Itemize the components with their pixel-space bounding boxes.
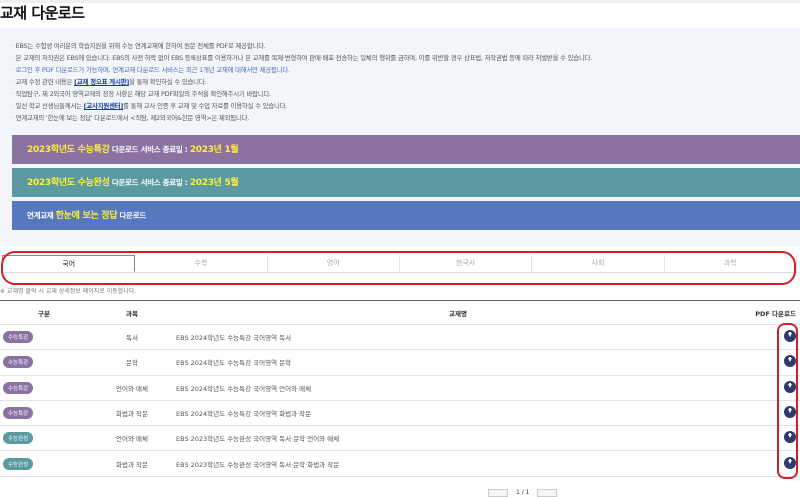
table-row: 수능특강 화법과 작문 EBS 2024학년도 수능특강 국어영역 화법과 작문 [0,401,800,427]
category-badge: 수능완성 [3,432,34,445]
banner-date: 2023년 1월 [189,145,239,155]
category-badge: 수능완성 [3,457,34,470]
notice-item: 본 교재의 저작권은 EBS에 있습니다. EBS의 사전 허락 없이 EBS … [12,52,593,64]
category-cell: 수능완성 [0,457,88,470]
notice-text: 을 통해 확인하실 수 있습니다. [129,78,207,86]
page-title: 교재 다운로드 [0,4,85,22]
category-cell: 수능특강 [0,381,88,394]
subject-cell: 화법과 작문 [116,410,148,419]
notice-item: EBS는 수험생 여러분의 학습지원을 위해 수능 연계교재에 한하여 원문 전… [12,40,592,52]
pdf-cell [740,456,800,471]
subject-tabs: 국어 수학 영어 한국사 사회 과학 [2,255,797,273]
errata-board-link[interactable]: [교재 정오표 게시판] [74,78,129,86]
notice-item: 교재 수정 관련 내용은 [교재 정오표 게시판]을 통해 확인하실 수 있습니… [12,76,592,88]
notice-box: EBS는 수험생 여러분의 학습지원을 위해 수능 연계교재에 한하여 원문 전… [0,28,800,246]
textbook-table: 구분 과목 교재명 PDF 다운로드 수능특강 독서 EBS 2024학년도 수… [0,300,800,477]
download-icon[interactable] [784,330,796,343]
subject-cell: 문학 [126,359,138,368]
tab-english[interactable]: 영어 [268,255,400,272]
category-cell: 수능특강 [0,407,88,420]
col-title: 교재명 [449,309,467,318]
notice-text: 를 통해 교사 인증 후 교재 및 수업 자료를 이용하실 수 있습니다. [123,102,288,110]
textbook-title-link[interactable]: EBS 2023학년도 수능완성 국어영역 독서·문학·언어와 매체 [176,433,740,443]
next-page-button[interactable] [537,489,558,497]
download-icon[interactable] [784,355,796,368]
banner-text: 다운로드 [117,211,147,220]
category-cell: 수능특강 [0,331,88,344]
prev-page-button[interactable] [488,489,508,497]
subject-cell: 독서 [126,334,138,343]
top-border [0,0,800,3]
notice-text: 일선 학교 선생님들께서는 [15,102,84,110]
col-subject: 과목 [126,309,138,318]
banner-suneung-special[interactable]: 2023학년도 수능특강 다운로드 서비스 종료일 : 2023년 1월 [12,135,800,164]
tab-korean[interactable]: 국어 [2,255,136,272]
table-header: 구분 과목 교재명 PDF 다운로드 [0,301,800,325]
pdf-cell [740,406,800,420]
notice-item: 로그인 후 PDF 다운로드가 가능하며, 연계교재 다운로드 서비스는 최근 … [12,64,592,76]
tab-math[interactable]: 수학 [135,255,268,272]
pdf-cell [740,431,800,445]
subject-cell: 화법과 작문 [116,460,148,469]
banner-highlight: 2023학년도 수능완성 [27,178,110,188]
teacher-center-link[interactable]: [교사지원센터] [84,102,124,110]
category-badge: 수능특강 [3,356,34,369]
textbook-title-link[interactable]: EBS 2024학년도 수능특강 국어영역 언어와 매체 [176,383,740,393]
notice-item: 직업탐구, 제 2외국어 영역교재의 정정 사항은 해당 교재 PDF파일의 주… [12,88,592,100]
notice-item: 연계교재의 '한눈에 보는 정답' 다운로드에서 <직탐, 제2외국어&한문 영… [12,112,592,124]
tab-social[interactable]: 사회 [532,255,665,272]
category-cell: 수능특강 [0,356,88,369]
download-icon[interactable] [784,431,796,444]
banner-highlight: 2023학년도 수능특강 [27,145,110,155]
category-badge: 수능특강 [3,407,34,420]
pdf-cell [740,380,800,395]
banner-text: 다운로드 서비스 종료일 : [109,178,190,187]
banner-text: 연계교재 [27,211,56,220]
textbook-title-link[interactable]: EBS 2023학년도 수능완성 국어영역 독서·문학·화법과 작문 [176,459,740,469]
download-icon[interactable] [784,406,796,419]
textbook-title-link[interactable]: EBS 2024학년도 수능특강 국어영역 화법과 작문 [176,408,740,418]
page-indicator: 1 / 1 [516,489,530,496]
pagination: 1 / 1 [488,489,558,497]
subject-cell: 언어와 매체 [116,435,148,444]
tab-korean-history[interactable]: 한국사 [400,255,533,272]
category-badge: 수능특강 [3,381,34,394]
notice-item: 일선 학교 선생님들께서는 [교사지원센터]를 통해 교사 인증 후 교재 및 … [12,100,592,112]
download-icon[interactable] [784,380,796,393]
table-row: 수능완성 언어와 매체 EBS 2023학년도 수능완성 국어영역 독서·문학·… [0,426,800,452]
table-row: 수능완성 화법과 작문 EBS 2023학년도 수능완성 국어영역 독서·문학·… [0,451,800,477]
download-icon[interactable] [784,456,796,469]
banner-text: 다운로드 서비스 종료일 : [109,145,190,154]
pdf-cell [740,330,800,344]
category-cell: 수능완성 [0,432,88,445]
subject-cell: 언어와 매체 [116,384,148,393]
banner-answers-download[interactable]: 연계교재 한눈에 보는 정답 다운로드 [12,201,800,230]
col-category: 구분 [38,309,50,318]
notice-list: EBS는 수험생 여러분의 학습지원을 위해 수능 연계교재에 한하여 원문 전… [12,40,593,124]
banner-date: 2023년 5월 [189,178,239,188]
table-row: 수능특강 언어와 매체 EBS 2024학년도 수능특강 국어영역 언어와 매체 [0,376,800,401]
tab-science[interactable]: 과학 [665,255,797,272]
table-note: ※ 교재명 클릭 시 교재 상세정보 페이지로 이동합니다. [0,288,137,295]
notice-text: 교재 수정 관련 내용은 [15,78,75,86]
banner-suneung-complete[interactable]: 2023학년도 수능완성 다운로드 서비스 종료일 : 2023년 5월 [12,168,800,197]
table-row: 수능특강 문학 EBS 2024학년도 수능특강 국어영역 문학 [0,350,800,376]
category-badge: 수능특강 [3,331,34,344]
banner-highlight: 한눈에 보는 정답 [55,211,118,221]
textbook-title-link[interactable]: EBS 2024학년도 수능특강 국어영역 독서 [176,332,740,342]
table-row: 수능특강 독서 EBS 2024학년도 수능특강 국어영역 독서 [0,325,800,351]
col-pdf: PDF 다운로드 [755,309,796,318]
textbook-title-link[interactable]: EBS 2024학년도 수능특강 국어영역 문학 [176,357,740,367]
pdf-cell [740,355,800,369]
